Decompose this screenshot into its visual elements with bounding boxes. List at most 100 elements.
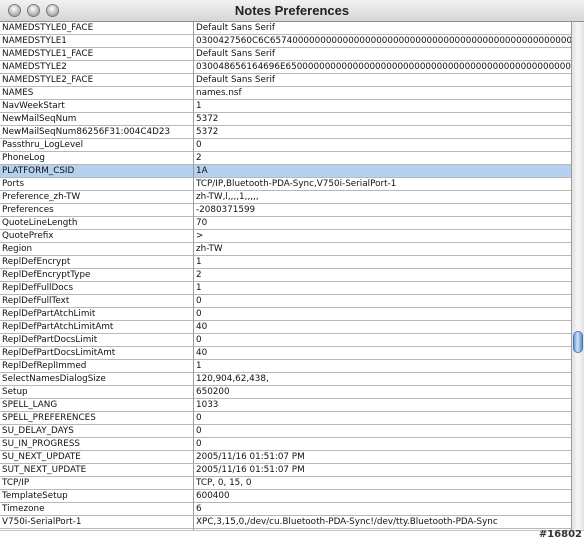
preference-value: 1033 [196,400,219,410]
preferences-table[interactable]: NAMEDSTYLE0_FACE Default Sans Serif NAMEDS… [0,22,571,530]
preference-key: SU_IN_PROGRESS [2,439,80,449]
table-row[interactable]: NAMEDSTYLE1 0300427560C6C6574000000000000… [0,35,571,48]
table-row[interactable]: ReplDefPartDocsLimitAmt 40 [0,347,571,360]
table-row[interactable]: ReplDefPartDocsLimit 0 [0,334,571,347]
preference-value: Default Sans Serif [196,75,276,85]
preference-value: 5372 [196,114,219,124]
table-row[interactable]: Region zh-TW [0,243,571,256]
preference-value: zh-TW [196,244,223,254]
table-row[interactable]: Passthru_LogLevel 0 [0,139,571,152]
preference-key: QuotePrefix [2,231,54,241]
table-row[interactable]: Preferences -2080371599 [0,204,571,217]
preference-key: NewMailSeqNum86256F31:004C4D23 [2,127,171,137]
table-row[interactable]: ReplDefFullText 0 [0,295,571,308]
preference-key: Preference_zh-TW [2,192,81,202]
preference-value: 40 [196,322,208,332]
preference-key: TCP/IP [2,478,30,488]
preference-key: ReplDefFullText [2,296,70,306]
preference-value: 2005/11/16 01:51:07 PM [196,452,305,462]
preference-value: 1 [196,361,202,371]
table-row[interactable]: NewMailSeqNum 5372 [0,113,571,126]
table-row[interactable]: SUT_NEXT_UPDATE 2005/11/16 01:51:07 PM [0,464,571,477]
table-row[interactable]: SU_DELAY_DAYS 0 [0,425,571,438]
preference-value: 0300427560C6C657400000000000000000000000… [196,36,571,46]
preference-key: TemplateSetup [2,491,68,501]
preference-value: zh-TW,l,,,,1,,,,, [196,192,259,202]
table-row[interactable]: Preference_zh-TW zh-TW,l,,,,1,,,,, [0,191,571,204]
table-row[interactable]: NAMEDSTYLE2_FACE Default Sans Serif [0,74,571,87]
preference-key: Region [2,244,33,254]
preference-key: ReplDefReplImmed [2,361,87,371]
table-row[interactable]: PhoneLog 2 [0,152,571,165]
preference-key: NAMEDSTYLE0_FACE [2,23,94,33]
preference-key: ReplDefPartDocsLimitAmt [2,348,116,358]
preference-key: NAMEDSTYLE1_FACE [2,49,94,59]
preference-value: > [196,231,204,241]
preference-value: 0 [196,296,202,306]
preference-key: NAMES [2,88,34,98]
preference-value: Default Sans Serif [196,49,276,59]
table-row[interactable]: ReplDefPartAtchLimitAmt 40 [0,321,571,334]
table-row[interactable]: SPELL_LANG 1033 [0,399,571,412]
table-row[interactable]: ReplDefEncrypt 1 [0,256,571,269]
preference-key: V750i-SerialPort-1 [2,517,82,527]
table-row[interactable]: ReplDefPartAtchLimit 0 [0,308,571,321]
preference-value: 6 [196,504,202,514]
preference-key: ReplDefEncryptType [2,270,91,280]
bottom-bar [0,530,584,544]
table-row[interactable]: Setup 650200 [0,386,571,399]
vertical-scrollbar[interactable] [571,22,584,530]
preference-key: Timezone [2,504,45,514]
table-row[interactable]: SU_IN_PROGRESS 0 [0,438,571,451]
preference-key: SU_NEXT_UPDATE [2,452,81,462]
preference-key: PLATFORM_CSID [2,166,75,176]
preference-value: 1 [196,101,202,111]
table-row[interactable]: NAMEDSTYLE0_FACE Default Sans Serif [0,22,571,35]
preference-value: TCP, 0, 15, 0 [196,478,252,488]
table-row[interactable]: ReplDefReplImmed 1 [0,360,571,373]
table-row[interactable]: Ports TCP/IP,Bluetooth-PDA-Sync,V750i-Ser… [0,178,571,191]
table-row[interactable]: Timezone 6 [0,503,571,516]
scroll-thumb[interactable] [573,331,583,353]
table-row[interactable]: TemplateSetup 600400 [0,490,571,503]
preference-key: SPELL_LANG [2,400,58,410]
table-row[interactable]: SelectNamesDialogSize 120,904,62,438, [0,373,571,386]
preference-key: ReplDefPartAtchLimit [2,309,96,319]
table-row[interactable]: ReplDefFullDocs 1 [0,282,571,295]
title-bar[interactable]: Notes Preferences [0,0,584,22]
preference-value: names.nsf [196,88,242,98]
preference-value: 0 [196,413,202,423]
preference-value: 0 [196,309,202,319]
preference-value: 650200 [196,387,230,397]
preference-key: NAMEDSTYLE2 [2,62,67,72]
preference-key: PhoneLog [2,153,45,163]
preference-value: 70 [196,218,208,228]
table-row[interactable]: QuoteLineLength 70 [0,217,571,230]
table-row[interactable]: NAMEDSTYLE1_FACE Default Sans Serif [0,48,571,61]
column-divider[interactable] [193,22,194,530]
preference-key: SPELL_PREFERENCES [2,413,96,423]
table-row[interactable]: ReplDefEncryptType 2 [0,269,571,282]
table-row[interactable]: NAMEDSTYLE2 030048656164696E6500000000000… [0,61,571,74]
table-row[interactable]: SPELL_PREFERENCES 0 [0,412,571,425]
preference-value: 2 [196,153,202,163]
preference-value: 5372 [196,127,219,137]
preference-key: NAMEDSTYLE1 [2,36,67,46]
window-title: Notes Preferences [234,3,350,18]
preference-value: 40 [196,348,208,358]
preference-value: 0 [196,439,202,449]
table-row[interactable]: TCP/IP TCP, 0, 15, 0 [0,477,571,490]
preference-value: Default Sans Serif [196,23,276,33]
table-row[interactable]: V750i-SerialPort-1 XPC,3,15,0,/dev/cu.Blu… [0,516,571,529]
table-row[interactable]: PLATFORM_CSID 1A [0,165,571,178]
preference-key: SU_DELAY_DAYS [2,426,74,436]
table-row[interactable]: SU_NEXT_UPDATE 2005/11/16 01:51:07 PM [0,451,571,464]
preference-value: 1A [196,166,208,176]
table-row[interactable]: NavWeekStart 1 [0,100,571,113]
preference-value: 1 [196,257,202,267]
preference-value: XPC,3,15,0,/dev/cu.Bluetooth-PDA-Sync!/d… [196,517,498,527]
preference-value: TCP/IP,Bluetooth-PDA-Sync,V750i-SerialPo… [196,179,397,189]
table-row[interactable]: QuotePrefix > [0,230,571,243]
table-row[interactable]: NewMailSeqNum86256F31:004C4D23 5372 [0,126,571,139]
table-row[interactable]: NAMES names.nsf [0,87,571,100]
